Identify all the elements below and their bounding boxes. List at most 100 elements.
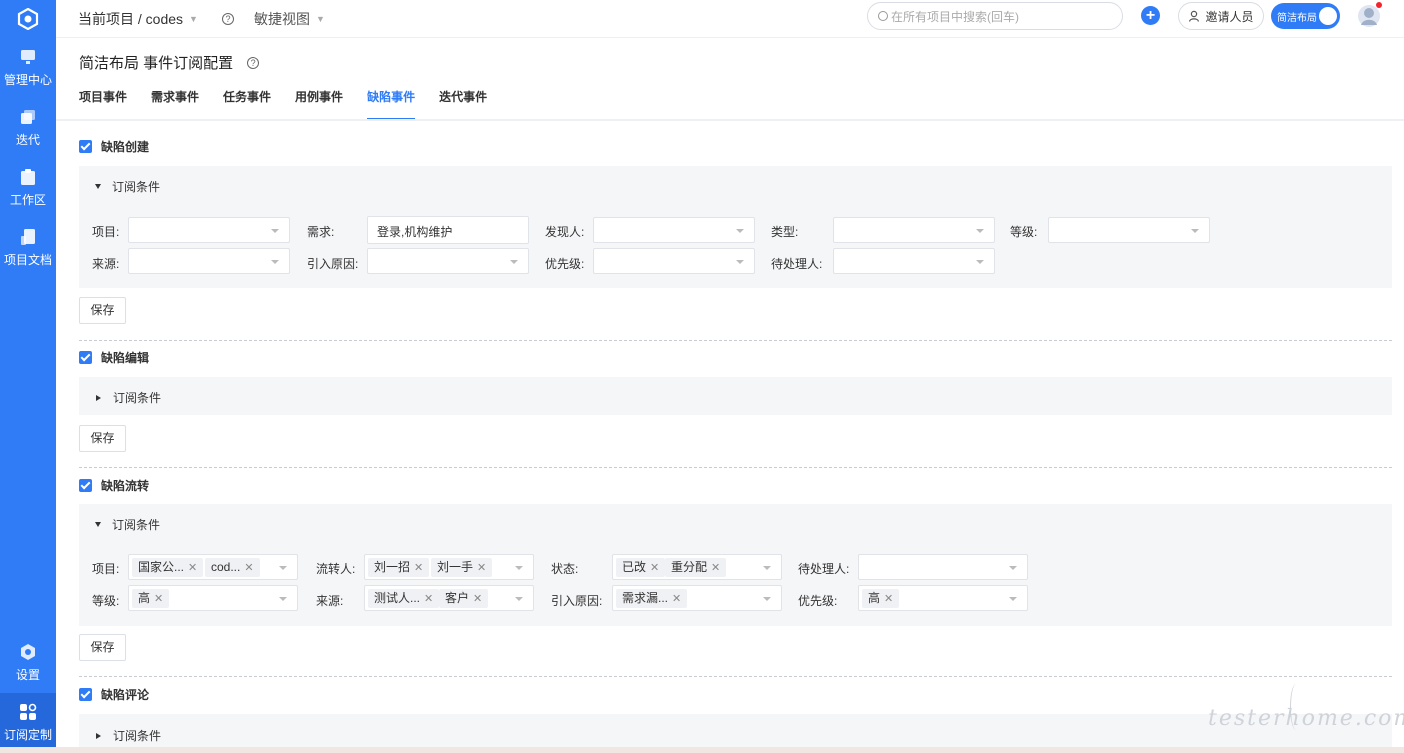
layout-toggle[interactable]: 简洁布局 [1271, 3, 1340, 29]
condition-toggle[interactable]: 订阅条件 [95, 178, 160, 195]
field-label: 待处理人: [798, 562, 850, 576]
tag-text: 已改 [622, 560, 647, 574]
section-divider [79, 676, 1392, 677]
field-label: 待处理人: [771, 257, 823, 271]
priority-multiselect[interactable]: 高 ✕ [858, 585, 1028, 611]
section-defect-create[interactable]: 缺陷创建 [79, 138, 149, 155]
project-multiselect[interactable]: 国家公... ✕ cod... ✕ [128, 554, 298, 580]
close-icon[interactable]: ✕ [188, 562, 197, 574]
section-title: 缺陷评论 [101, 688, 150, 702]
field-label: 需求: [307, 225, 335, 239]
tag: 高 ✕ [132, 589, 170, 608]
condition-toggle[interactable]: 订阅条件 [95, 727, 161, 744]
cause-select[interactable] [367, 248, 529, 274]
level-select[interactable] [1048, 217, 1210, 243]
source-multiselect[interactable]: 测试人... ✕ 客户 ✕ [364, 585, 534, 611]
section-divider [79, 340, 1392, 341]
close-icon[interactable]: ✕ [477, 562, 486, 574]
search-input[interactable]: 在所有项目中搜索(回车) [867, 2, 1123, 30]
section-defect-comment[interactable]: 缺陷评论 [79, 686, 149, 703]
section-defect-flow[interactable]: 缺陷流转 [79, 477, 149, 494]
tag-text: 客户 [445, 591, 470, 605]
sidebar-item-iteration[interactable]: 迭代 [0, 98, 56, 158]
section-defect-edit[interactable]: 缺陷编辑 [79, 349, 149, 366]
sidebar-item-settings[interactable]: 设置 [0, 633, 56, 693]
invite-button[interactable]: 邀请人员 [1178, 2, 1264, 30]
close-icon[interactable]: ✕ [414, 562, 423, 574]
sidebar-item-docs[interactable]: 项目文档 [0, 218, 56, 278]
condition-toggle[interactable]: 订阅条件 [95, 516, 160, 533]
chevron-down-icon [763, 597, 771, 601]
sidebar: 管理中心 迭代 工作区 项目文档 设置 订阅定制 [0, 0, 56, 753]
tag: 刘一手 ✕ [431, 558, 493, 577]
tab-requirement-events[interactable]: 需求事件 [151, 84, 199, 120]
transfer-multiselect[interactable]: 刘一招 ✕ 刘一手 ✕ [364, 554, 534, 580]
tag-text: 刘一招 [374, 560, 411, 574]
field-label: 优先级: [545, 257, 585, 271]
caret-right-icon [96, 394, 101, 401]
checkbox[interactable] [79, 688, 92, 701]
finder-select[interactable] [593, 217, 755, 243]
clipboard-icon [19, 168, 37, 186]
add-button[interactable]: + [1141, 6, 1160, 25]
help-icon[interactable]: ? [247, 56, 260, 69]
save-button[interactable]: 保存 [79, 425, 126, 452]
project-select[interactable] [128, 217, 290, 243]
chevron-down-icon [976, 229, 984, 233]
condition-panel-edit: 订阅条件 [79, 377, 1392, 415]
chevron-down-icon [1009, 597, 1017, 601]
close-icon[interactable]: ✕ [650, 562, 659, 574]
sidebar-item-admin[interactable]: 管理中心 [0, 38, 56, 98]
sidebar-item-subscribe[interactable]: 订阅定制 [0, 693, 56, 753]
avatar[interactable] [1356, 2, 1382, 30]
close-icon[interactable]: ✕ [672, 593, 681, 605]
tab-task-events[interactable]: 任务事件 [223, 84, 271, 120]
condition-panel-create: 订阅条件 项目: 需求: 登录,机构维护 发现人: 类型: 等级: 来源: 引入… [79, 166, 1392, 288]
checkbox[interactable] [79, 479, 92, 492]
chevron-down-icon [1191, 229, 1199, 233]
field-label: 引入原因: [307, 257, 359, 271]
help-icon[interactable]: ? [221, 12, 234, 25]
search-placeholder: 在所有项目中搜索(回车) [891, 9, 1019, 24]
close-icon[interactable]: ✕ [424, 593, 433, 605]
chevron-down-icon: ▼ [315, 13, 325, 24]
close-icon[interactable]: ✕ [154, 593, 163, 605]
tab-iteration-events[interactable]: 迭代事件 [439, 84, 487, 120]
section-divider [79, 467, 1392, 468]
gear-icon [19, 643, 37, 661]
tab-defect-events[interactable]: 缺陷事件 [367, 84, 416, 120]
close-icon[interactable]: ✕ [884, 593, 893, 605]
tab-case-events[interactable]: 用例事件 [295, 84, 343, 120]
tag: cod... ✕ [205, 558, 260, 577]
status-multiselect[interactable]: 已改 ✕ 重分配 ✕ [612, 554, 782, 580]
close-icon[interactable]: ✕ [711, 562, 720, 574]
view-selector[interactable]: 敏捷视图 ▼ [254, 9, 325, 29]
requirement-input[interactable]: 登录,机构维护 [367, 216, 529, 244]
sidebar-item-workspace[interactable]: 工作区 [0, 158, 56, 218]
save-button[interactable]: 保存 [79, 297, 126, 324]
priority-select[interactable] [593, 248, 755, 274]
sidebar-item-label: 设置 [15, 668, 40, 682]
tab-project-events[interactable]: 项目事件 [79, 84, 127, 120]
close-icon[interactable]: ✕ [473, 593, 482, 605]
chevron-down-icon [763, 566, 771, 570]
condition-toggle[interactable]: 订阅条件 [95, 389, 161, 406]
level-multiselect[interactable]: 高 ✕ [128, 585, 298, 611]
checkbox[interactable] [79, 351, 92, 364]
condition-panel-comment: 订阅条件 [79, 714, 1392, 747]
cause-multiselect[interactable]: 需求漏... ✕ [612, 585, 782, 611]
source-select[interactable] [128, 248, 290, 274]
checkbox[interactable] [79, 140, 92, 153]
type-select[interactable] [833, 217, 995, 243]
app-logo[interactable] [0, 0, 56, 38]
close-icon[interactable]: ✕ [244, 562, 253, 574]
top-bar: 当前项目 / codes ▼ ? 敏捷视图 ▼ 在所有项目中搜索(回车) + 邀… [56, 0, 1404, 38]
handler-select[interactable] [833, 248, 995, 274]
project-selector[interactable]: 当前项目 / codes ▼ [78, 9, 198, 29]
condition-label: 订阅条件 [113, 729, 162, 743]
save-button[interactable]: 保存 [79, 634, 126, 661]
watermark: testerhome.com [1208, 706, 1404, 731]
handler-multiselect[interactable] [858, 554, 1028, 580]
monitor-icon [19, 48, 37, 66]
field-label: 引入原因: [551, 594, 603, 608]
